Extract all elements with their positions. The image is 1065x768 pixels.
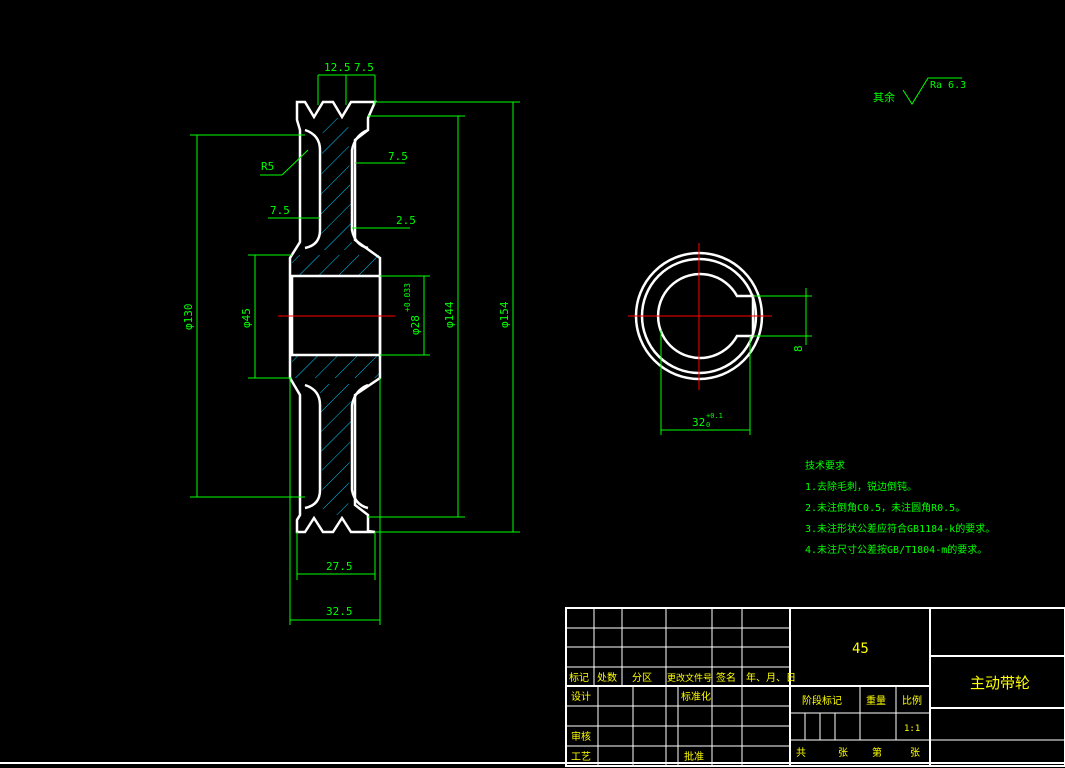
tb-header-date: 年、月、日: [746, 671, 796, 684]
tb-header-signature: 签名: [716, 671, 736, 684]
dim-groove-pitch: 12.5: [324, 61, 351, 74]
tb-header-mark: 标记: [569, 672, 589, 684]
web-contour-upper-left: [304, 128, 322, 250]
dim-web-step: 2.5: [396, 214, 416, 227]
dim-dia-130: φ130: [182, 304, 195, 331]
tb-weight: 重量: [866, 694, 886, 707]
tb-header-count: 处数: [597, 671, 617, 684]
tech-requirement-item: 3.未注形状公差应符合GB1184-k的要求。: [805, 522, 995, 535]
dim-hub-width: 27.5: [326, 560, 353, 573]
tb-review: 审核: [571, 730, 591, 743]
tb-standardize: 标准化: [681, 690, 711, 703]
tech-requirement-item: 4.未注尺寸公差按GB/T1804-m的要求。: [805, 543, 987, 556]
tb-stage-mark: 阶段标记: [802, 694, 842, 707]
tb-scale: 比例: [902, 694, 922, 707]
hatch-hub-bottom: [292, 355, 380, 378]
tb-sheet-no: 第: [872, 746, 882, 759]
tech-requirement-item: 2.未注倒角C0.5，未注圆角R0.5。: [805, 501, 965, 514]
tb-total: 共: [796, 747, 806, 759]
surface-finish: 其余 Ra 6.3: [873, 77, 966, 105]
tb-header-zone: 分区: [632, 672, 652, 684]
dim-keyway-depth-tol2: 0: [706, 421, 710, 429]
tb-material: 45: [852, 641, 869, 657]
dim-dia-28-tol: +0.033: [403, 283, 412, 312]
tb-approve: 批准: [684, 750, 704, 763]
dim-web-left: 7.5: [270, 204, 290, 217]
dim-keyway-depth-tol: +0.1: [706, 412, 723, 420]
surface-finish-prefix: 其余: [873, 90, 895, 104]
hatch-hub-top: [292, 255, 380, 276]
dim-keyway-width: 8: [792, 345, 805, 352]
hatch-lower: [320, 384, 352, 515]
title-block: 标记 处数 分区 更改文件号 签名 年、月、日 设计 标准化 审核 工艺 批准 …: [0, 607, 1065, 767]
section-view: [278, 100, 395, 534]
hatch-upper: [320, 118, 352, 250]
cad-drawing-canvas: 12.5 7.5 R5 7.5 7.5 2.5 φ130 φ45 φ28 +0.…: [0, 61, 1065, 767]
dim-overall-width: 32.5: [326, 605, 353, 618]
dim-fillet-radius: R5: [261, 160, 274, 173]
tb-sheet-unit-total: 张: [838, 747, 848, 759]
tb-sheet-unit-no: 张: [910, 747, 920, 759]
dim-keyway-depth: 32: [692, 416, 705, 429]
tb-scale-value: 1:1: [904, 724, 920, 734]
tech-requirement-item: 1.去除毛刺，锐边倒钝。: [805, 480, 917, 493]
tech-requirements: 技术要求 1.去除毛刺，锐边倒钝。 2.未注倒角C0.5，未注圆角R0.5。 3…: [805, 459, 995, 556]
dim-dia-144: φ144: [443, 301, 456, 328]
tech-requirements-title: 技术要求: [805, 459, 845, 472]
tb-header-change-doc: 更改文件号: [667, 672, 712, 684]
dim-web-right: 7.5: [388, 150, 408, 163]
dim-groove-edge: 7.5: [354, 61, 374, 74]
tb-design: 设计: [571, 690, 591, 703]
dim-dia-28: φ28: [409, 315, 422, 335]
end-view-dimensions: [660, 288, 812, 435]
dim-dia-154: φ154: [498, 301, 511, 328]
web-contour-lower-left: [304, 383, 322, 510]
dim-dia-45: φ45: [240, 308, 253, 328]
tb-process: 工艺: [571, 751, 591, 763]
tb-part-name: 主动带轮: [970, 674, 1030, 692]
surface-finish-value: Ra 6.3: [930, 80, 966, 91]
